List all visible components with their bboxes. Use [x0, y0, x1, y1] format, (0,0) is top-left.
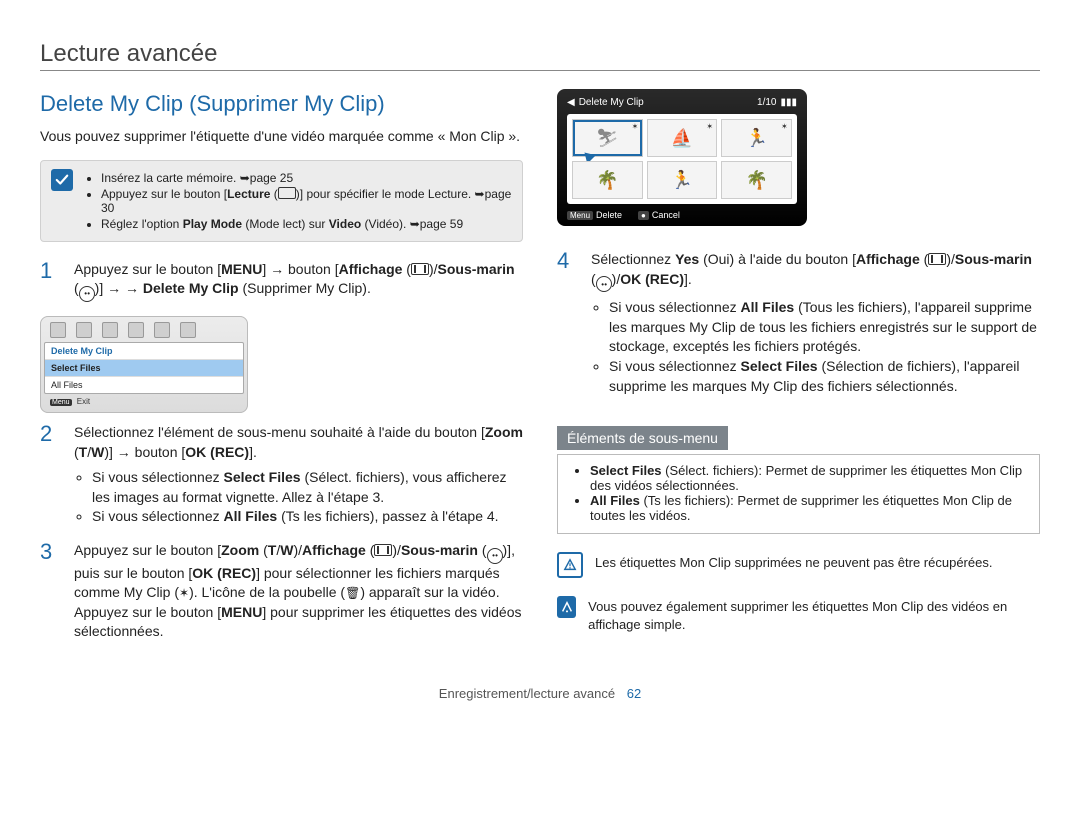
submenu-box: Select Files (Sélect. fichiers): Permet … [557, 454, 1040, 534]
step-bullet: Si vous sélectionnez All Files (Tous les… [609, 298, 1040, 357]
warning-icon [557, 552, 583, 578]
grid-title: Delete My Clip [579, 97, 644, 108]
section-title: Delete My Clip (Supprimer My Clip) [40, 91, 523, 117]
tip-note: Vous pouvez également supprimer les étiq… [557, 596, 1040, 635]
footer-label: Enregistrement/lecture avancé [439, 686, 615, 701]
intro-text: Vous pouvez supprimer l'étiquette d'une … [40, 127, 523, 146]
check-icon [51, 169, 73, 191]
menu-button-label: Menu [50, 399, 72, 406]
preparation-list: Insérez la carte mémoire. ➥page 25 Appuy… [85, 169, 512, 233]
steps-left-cont: Sélectionnez l'élément de sous-menu souh… [40, 423, 523, 642]
step-bullet: Si vous sélectionnez Select Files (Sélec… [92, 468, 523, 507]
prep-item: Réglez l'option Play Mode (Mode lect) su… [101, 217, 512, 231]
grid-counter: 1/10 [757, 97, 776, 108]
prep-item: Appuyez sur le bouton [Lecture ()] pour … [101, 187, 512, 215]
preparation-note: Insérez la carte mémoire. ➥page 25 Appuy… [40, 160, 523, 242]
page-footer: Enregistrement/lecture avancé 62 [40, 686, 1040, 701]
battery-icon: ▮▮▮ [780, 97, 797, 108]
divider [40, 70, 1040, 71]
steps-left: Appuyez sur le bouton [MENU] → bouton [A… [40, 260, 523, 302]
grid-screenshot: ◀ Delete My Clip 1/10 ▮▮▮ ⛷✶ ⛵✶ 🏃✶ 🌴 🏃 🌴 [557, 89, 807, 226]
prep-item: Insérez la carte mémoire. ➥page 25 [101, 171, 512, 185]
submenu-item: Select Files (Sélect. fichiers): Permet … [590, 463, 1025, 493]
step-body: Sélectionnez l'élément de sous-menu souh… [74, 423, 523, 527]
step-4: Sélectionnez Yes (Oui) à l'aide du bouto… [557, 250, 1040, 396]
step-body: Appuyez sur le bouton [Zoom (T/W)/Affich… [74, 541, 523, 642]
menu-item: Delete My Clip [45, 343, 243, 360]
chapter-title: Lecture avancée [40, 40, 1040, 68]
warning-text: Les étiquettes Mon Clip supprimées ne pe… [595, 554, 992, 572]
menu-footer-label: Exit [77, 397, 90, 406]
step-2: Sélectionnez l'élément de sous-menu souh… [40, 423, 523, 527]
info-icon [557, 596, 576, 618]
warning-note: Les étiquettes Mon Clip supprimées ne pe… [557, 552, 1040, 578]
submenu-header: Éléments de sous-menu [557, 426, 728, 450]
step-1: Appuyez sur le bouton [MENU] → bouton [A… [40, 260, 523, 302]
step-body: Sélectionnez Yes (Oui) à l'aide du bouto… [591, 250, 1040, 396]
menu-item: All Files [45, 377, 243, 393]
step-bullet: Si vous sélectionnez Select Files (Sélec… [609, 357, 1040, 396]
right-column: ◀ Delete My Clip 1/10 ▮▮▮ ⛷✶ ⛵✶ 🏃✶ 🌴 🏃 🌴 [557, 89, 1040, 656]
menu-item: Select Files [45, 360, 243, 377]
step-body: Appuyez sur le bouton [MENU] → bouton [A… [74, 260, 523, 302]
step-3: Appuyez sur le bouton [Zoom (T/W)/Affich… [40, 541, 523, 642]
step-bullet: Si vous sélectionnez All Files (Ts les f… [92, 507, 523, 527]
back-icon: ◀ [567, 97, 575, 108]
steps-right: Sélectionnez Yes (Oui) à l'aide du bouto… [557, 250, 1040, 396]
tip-text: Vous pouvez également supprimer les étiq… [588, 598, 1040, 633]
left-column: Delete My Clip (Supprimer My Clip) Vous … [40, 89, 523, 656]
footer-page-number: 62 [627, 686, 641, 701]
submenu-item: All Files (Ts les fichiers): Permet de s… [590, 493, 1025, 523]
menu-screenshot: Delete My Clip Select Files All Files Me… [40, 316, 248, 413]
